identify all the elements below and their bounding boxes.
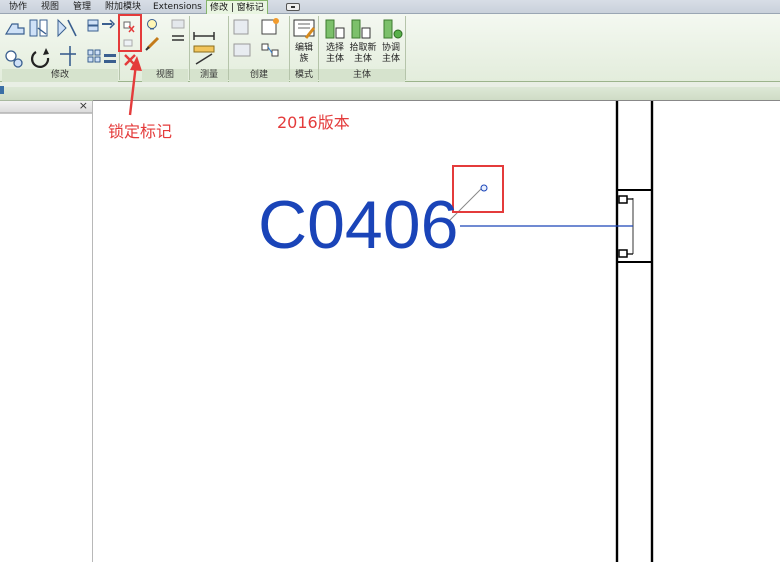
- drawing-canvas[interactable]: [94, 101, 780, 562]
- unpin-icon[interactable]: [123, 39, 133, 47]
- linework-icon[interactable]: [172, 35, 184, 41]
- dimension-icon[interactable]: [195, 53, 213, 65]
- pin-icon[interactable]: [123, 21, 135, 33]
- create-group-icon[interactable]: [261, 18, 279, 35]
- tab-manage[interactable]: 管理: [70, 0, 94, 14]
- ribbon-minimize-icon[interactable]: [286, 3, 300, 11]
- window-tag-label[interactable]: C0406: [258, 185, 458, 265]
- mirror-pick-axis-icon[interactable]: [57, 18, 77, 38]
- annotation-version: 2016版本: [277, 113, 350, 132]
- align-icon[interactable]: [4, 18, 26, 40]
- panel-separator: [405, 16, 406, 80]
- split-icon[interactable]: [87, 19, 99, 32]
- tab-view[interactable]: 视图: [38, 0, 62, 14]
- ribbon-tab-bar: 协作 视图 管理 附加模块 Extensions 修改 | 窗标记: [0, 0, 780, 15]
- hide-element-icon[interactable]: [147, 19, 157, 30]
- tab-modify-window-tag[interactable]: 修改 | 窗标记: [206, 0, 268, 15]
- ribbon: 修改 视图 测量 创建 模式 主体 编辑 族 选择 主体 拾取新 主体 协调 主…: [0, 14, 780, 82]
- create-assembly-icon[interactable]: [261, 43, 279, 57]
- panel-label-mode: 模式: [290, 69, 318, 82]
- panel-edge-marker: [0, 86, 4, 94]
- panel-label-modify: 修改: [2, 69, 118, 82]
- panel-label-measure: 测量: [190, 69, 228, 82]
- reconcile-host-label: 协调 主体: [381, 43, 400, 64]
- create-parts-icon[interactable]: [233, 43, 251, 57]
- edit-family-icon[interactable]: [293, 19, 316, 39]
- offset-icon[interactable]: [29, 19, 48, 37]
- panel-separator: [119, 16, 120, 80]
- tab-add-ins[interactable]: 附加模块: [102, 0, 144, 14]
- annotation-lock-tag: 锁定标记: [108, 122, 173, 141]
- panel-label-create: 创建: [229, 69, 289, 82]
- pick-host-label: 选择 主体: [325, 43, 344, 64]
- create-similar-icon[interactable]: [233, 19, 249, 35]
- panel-label-host: 主体: [319, 69, 405, 82]
- edit-family-label: 编辑 族: [294, 43, 313, 64]
- properties-panel-header: ×: [0, 99, 92, 113]
- measure-along-element-icon[interactable]: [193, 45, 215, 53]
- override-graphics-icon[interactable]: [145, 36, 160, 51]
- rotate-icon[interactable]: [30, 48, 50, 68]
- pick-new-host-icon[interactable]: [351, 19, 371, 39]
- measure-between-references-icon[interactable]: [193, 32, 215, 40]
- scale-icon[interactable]: [104, 54, 116, 63]
- copy-icon[interactable]: [5, 50, 23, 68]
- reconcile-host-icon[interactable]: [383, 19, 403, 39]
- tab-collaborate[interactable]: 协作: [6, 0, 30, 14]
- properties-panel: ×: [0, 99, 93, 562]
- array-icon[interactable]: [87, 49, 101, 63]
- close-icon[interactable]: ×: [79, 99, 88, 112]
- options-bar: [0, 87, 780, 101]
- trim-extend-icon[interactable]: [60, 46, 76, 66]
- move-icon[interactable]: [102, 19, 116, 29]
- view-grey-icon[interactable]: [171, 19, 185, 29]
- delete-icon[interactable]: [124, 54, 136, 66]
- panel-divider: [0, 113, 92, 114]
- pick-host-icon[interactable]: [325, 19, 345, 39]
- panel-label-view: 视图: [142, 69, 188, 82]
- tab-extensions[interactable]: Extensions: [150, 0, 205, 14]
- pick-new-host-label: 拾取新 主体: [349, 43, 377, 64]
